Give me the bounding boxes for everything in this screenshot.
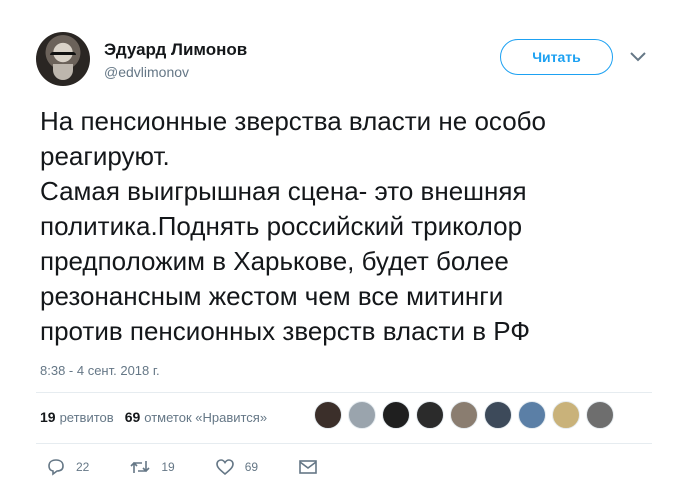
tweet-actions: 22 19 69 bbox=[46, 458, 368, 476]
liker-avatar-2[interactable] bbox=[348, 401, 376, 429]
like-count: 69 bbox=[244, 460, 259, 474]
liker-avatar-9[interactable] bbox=[586, 401, 614, 429]
tweet-line: против пенсионных зверств власти в РФ bbox=[40, 316, 531, 346]
divider bbox=[36, 392, 652, 393]
avatar-glasses bbox=[50, 52, 76, 60]
retweets-stat[interactable]: 19 ретвитов bbox=[40, 409, 114, 425]
like-button[interactable]: 69 bbox=[215, 458, 258, 476]
envelope-icon bbox=[299, 460, 317, 474]
heart-icon bbox=[215, 459, 234, 476]
reply-button[interactable]: 22 bbox=[46, 458, 89, 476]
follow-button[interactable]: Читать bbox=[500, 39, 613, 75]
liker-avatar-7[interactable] bbox=[518, 401, 546, 429]
reply-icon bbox=[48, 459, 64, 476]
retweet-icon bbox=[130, 461, 150, 473]
liker-avatar-5[interactable] bbox=[450, 401, 478, 429]
retweet-count: 19 bbox=[161, 460, 175, 474]
tweet-line: реагируют. bbox=[40, 141, 170, 171]
reply-count: 22 bbox=[76, 460, 90, 474]
author-display-name[interactable]: Эдуард Лимонов bbox=[104, 40, 247, 60]
author-avatar[interactable] bbox=[36, 32, 90, 86]
liker-avatar-1[interactable] bbox=[314, 401, 342, 429]
tweet-line: Самая выигрышная сцена- это внешняя bbox=[40, 176, 527, 206]
author-handle[interactable]: @edvlimonov bbox=[104, 64, 189, 80]
likers-avatars bbox=[314, 401, 620, 429]
retweets-count: 19 bbox=[40, 409, 56, 425]
likes-label: отметок «Нравится» bbox=[144, 410, 268, 425]
retweet-button[interactable]: 19 bbox=[129, 458, 175, 476]
tweet-line: политика.Поднять российский триколор bbox=[40, 211, 523, 241]
liker-avatar-8[interactable] bbox=[552, 401, 580, 429]
chevron-down-icon[interactable] bbox=[629, 50, 647, 64]
tweet-timestamp[interactable]: 8:38 - 4 сент. 2018 г. bbox=[40, 363, 160, 378]
retweets-label: ретвитов bbox=[59, 410, 114, 425]
tweet-stats: 19 ретвитов 69 отметок «Нравится» bbox=[40, 409, 278, 425]
liker-avatar-3[interactable] bbox=[382, 401, 410, 429]
tweet-text: На пенсионные зверства власти не особо р… bbox=[40, 104, 660, 349]
avatar-beard bbox=[53, 64, 73, 80]
liker-avatar-6[interactable] bbox=[484, 401, 512, 429]
likes-stat[interactable]: 69 отметок «Нравится» bbox=[125, 409, 267, 425]
divider bbox=[36, 443, 652, 444]
direct-message-button[interactable] bbox=[298, 459, 328, 475]
tweet-line: предположим в Харькове, будет более bbox=[40, 246, 509, 276]
likes-count: 69 bbox=[124, 409, 141, 425]
liker-avatar-4[interactable] bbox=[416, 401, 444, 429]
tweet-line: На пенсионные зверства власти не особо bbox=[40, 106, 547, 136]
tweet-line: резонансным жестом чем все митинги bbox=[40, 281, 504, 311]
